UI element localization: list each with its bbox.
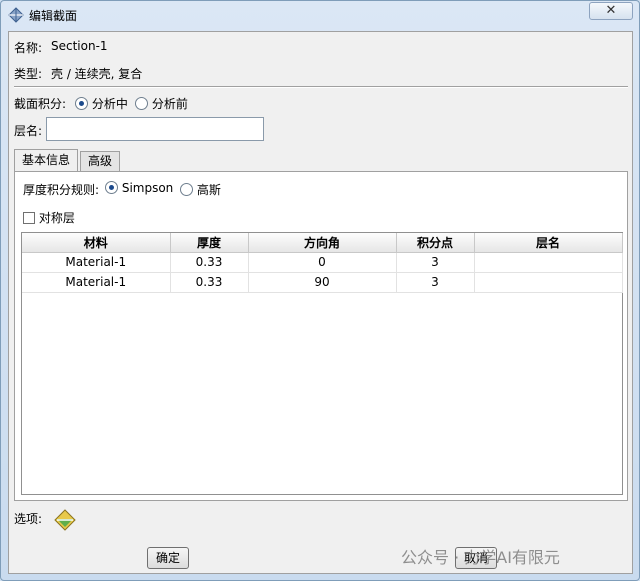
window-title: 编辑截面 xyxy=(29,9,78,23)
radio-button[interactable] xyxy=(135,97,148,110)
layer-name-label: 层名: xyxy=(14,124,43,138)
symmetric-checkbox[interactable]: 对称层 xyxy=(23,209,75,226)
radio-button-selected[interactable] xyxy=(105,181,118,194)
cell-integration-points[interactable]: 3 xyxy=(396,272,475,293)
table-header-row: 材料 厚度 方向角 积分点 层名 xyxy=(22,233,623,253)
name-label: 名称: xyxy=(14,41,43,55)
section-options-icon[interactable] xyxy=(53,508,77,532)
symmetric-label: 对称层 xyxy=(38,211,75,225)
column-header-orientation[interactable]: 方向角 xyxy=(248,233,397,253)
tab-advanced-label: 高级 xyxy=(88,154,113,168)
app-icon xyxy=(8,7,24,23)
radio-button[interactable] xyxy=(180,183,193,196)
ok-button[interactable]: 确定 xyxy=(147,547,189,569)
radio-during-analysis[interactable]: 分析中 xyxy=(75,95,128,112)
radio-simpson-label: Simpson xyxy=(121,181,174,195)
options-label: 选项: xyxy=(14,512,43,526)
radio-simpson[interactable]: Simpson xyxy=(105,181,173,195)
title-bar[interactable]: 编辑截面 ✕ xyxy=(1,1,639,29)
layer-table-grid: 材料 厚度 方向角 积分点 层名 Material-1 0.33 0 3 Mat… xyxy=(22,233,623,293)
edit-section-dialog: 编辑截面 ✕ 名称: Section-1 类型: 壳 / 连续壳, 复合 截面积… xyxy=(0,0,640,581)
radio-during-analysis-label: 分析中 xyxy=(91,97,128,111)
cell-orientation[interactable]: 0 xyxy=(248,252,397,273)
table-row[interactable]: Material-1 0.33 0 3 xyxy=(22,252,623,273)
tab-advanced[interactable]: 高级 xyxy=(80,151,121,171)
name-value: Section-1 xyxy=(51,39,108,53)
cell-thickness[interactable]: 0.33 xyxy=(170,252,249,273)
column-header-material[interactable]: 材料 xyxy=(22,233,171,253)
layer-table: 材料 厚度 方向角 积分点 层名 Material-1 0.33 0 3 Mat… xyxy=(21,232,623,495)
radio-before-analysis[interactable]: 分析前 xyxy=(135,95,188,112)
column-header-ply-name[interactable]: 层名 xyxy=(474,233,623,253)
radio-before-analysis-label: 分析前 xyxy=(151,97,188,111)
dialog-body: 名称: Section-1 类型: 壳 / 连续壳, 复合 截面积分: 分析中 … xyxy=(8,31,633,574)
type-label: 类型: xyxy=(14,67,43,81)
radio-gauss[interactable]: 高斯 xyxy=(180,181,221,198)
integration-label: 截面积分: xyxy=(14,97,67,111)
cell-ply-name[interactable] xyxy=(474,272,623,293)
layer-name-input[interactable] xyxy=(46,117,264,141)
close-icon: ✕ xyxy=(605,3,617,18)
watermark: 公众号 · 力学AI有限元 xyxy=(401,548,560,567)
tab-basic-info[interactable]: 基本信息 xyxy=(14,149,79,171)
radio-button-selected[interactable] xyxy=(75,97,88,110)
cell-orientation[interactable]: 90 xyxy=(248,272,397,293)
cell-integration-points[interactable]: 3 xyxy=(396,252,475,273)
cell-material[interactable]: Material-1 xyxy=(22,252,171,273)
tab-panel-basic-info: 厚度积分规则: Simpson 高斯 对称层 材料 厚度 方向角 积分点 层名 … xyxy=(14,171,628,501)
close-button[interactable]: ✕ xyxy=(589,2,633,20)
table-row[interactable]: Material-1 0.33 90 3 xyxy=(22,272,623,293)
cell-thickness[interactable]: 0.33 xyxy=(170,272,249,293)
thickness-rule-label: 厚度积分规则: xyxy=(23,183,100,197)
column-header-thickness[interactable]: 厚度 xyxy=(170,233,249,253)
cell-ply-name[interactable] xyxy=(474,252,623,273)
tab-basic-info-label: 基本信息 xyxy=(22,153,71,167)
cell-material[interactable]: Material-1 xyxy=(22,272,171,293)
checkbox-box[interactable] xyxy=(23,212,35,224)
separator xyxy=(14,86,628,88)
type-value: 壳 / 连续壳, 复合 xyxy=(51,67,143,81)
radio-gauss-label: 高斯 xyxy=(196,183,221,197)
column-header-integration-points[interactable]: 积分点 xyxy=(396,233,475,253)
